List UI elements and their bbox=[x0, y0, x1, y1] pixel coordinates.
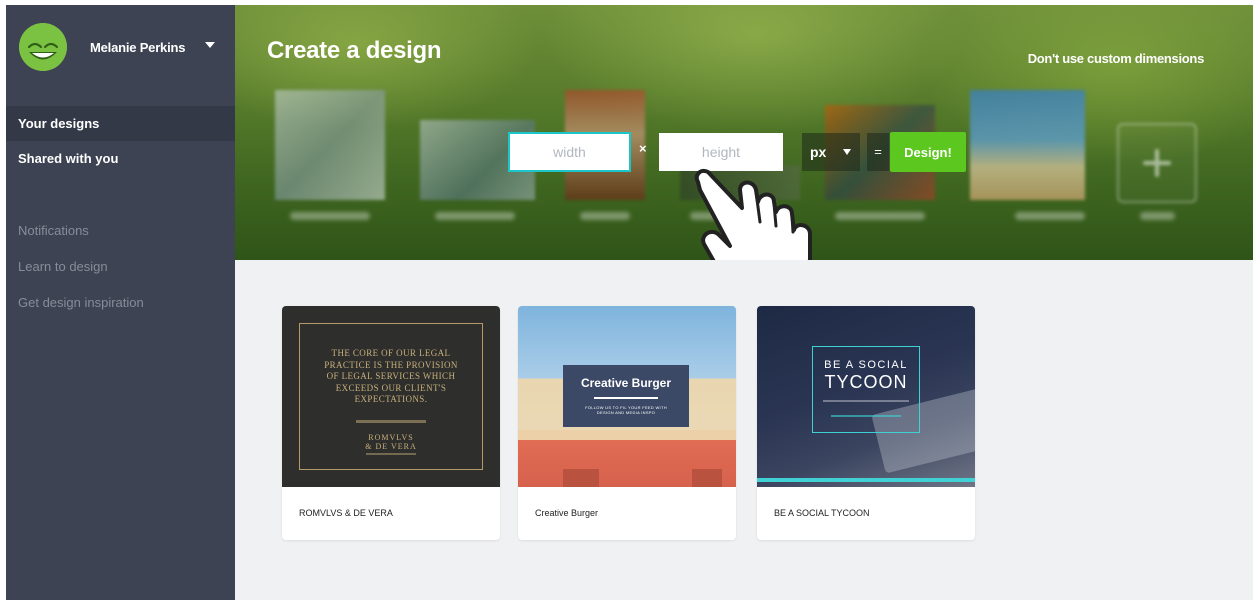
thumbnail-accent-bar bbox=[757, 478, 975, 482]
thumbnail-divider bbox=[831, 415, 901, 417]
thumbnail-text-line: EXPECTATIONS. bbox=[354, 394, 428, 404]
primary-nav: Your designs Shared with you bbox=[6, 106, 245, 176]
design-title: ROMVLVS & DE VERA bbox=[299, 508, 393, 518]
nav-item-learn-to-design[interactable]: Learn to design bbox=[6, 249, 235, 285]
avatar bbox=[19, 23, 67, 71]
template-social-media[interactable] bbox=[275, 90, 385, 200]
design-button[interactable]: Design! bbox=[890, 132, 966, 172]
template-label-placeholder bbox=[835, 212, 925, 220]
thumbnail-text-line: OF LEGAL SERVICES WHICH bbox=[326, 371, 456, 381]
unit-select-value: px bbox=[810, 144, 827, 160]
nav-item-your-designs[interactable]: Your designs bbox=[6, 106, 245, 141]
thumbnail-text: THE CORE OF OUR LEGAL PRACTICE IS THE PR… bbox=[282, 348, 500, 406]
design-card[interactable]: BE A SOCIAL TYCOON BE A SOCIAL TYCOON bbox=[757, 306, 975, 540]
thumbnail-subtext: FOLLOW US TO FIL YOUR FEED WITH DESIGN A… bbox=[563, 405, 689, 415]
thumbnail-brand-line: & DE VERA bbox=[365, 442, 417, 451]
template-label-placeholder bbox=[290, 212, 370, 220]
template-label-placeholder bbox=[1140, 212, 1175, 220]
thumbnail-line2: TYCOON bbox=[824, 372, 908, 392]
smiley-avatar-icon bbox=[19, 23, 67, 71]
design-thumbnail-creative-burger: Creative Burger FOLLOW US TO FIL YOUR FE… bbox=[518, 306, 736, 487]
thumbnail-subtext-line: DESIGN AND MEDIA INSPO bbox=[596, 410, 656, 415]
template-label-placeholder bbox=[580, 212, 630, 220]
thumbnail-text-line: EXCEEDS OUR CLIENT'S bbox=[335, 382, 447, 393]
width-input[interactable] bbox=[508, 132, 631, 172]
thumbnail-divider bbox=[366, 453, 416, 455]
times-symbol: × bbox=[639, 141, 647, 156]
thumbnail-heading: Creative Burger bbox=[580, 376, 672, 390]
plus-icon bbox=[1143, 149, 1171, 177]
thumbnail-text-line: PRACTICE IS THE PROVISION bbox=[324, 359, 458, 370]
template-blog-graphic[interactable] bbox=[970, 90, 1085, 200]
secondary-nav: Notifications Learn to design Get design… bbox=[6, 213, 235, 321]
nav-item-notifications[interactable]: Notifications bbox=[6, 213, 235, 249]
equals-symbol: = bbox=[867, 133, 889, 171]
thumbnail-divider bbox=[823, 400, 909, 402]
thumbnail-frame: BE A SOCIAL TYCOON bbox=[812, 346, 920, 433]
app-root: Melanie Perkins Your designs Shared with… bbox=[0, 0, 1253, 600]
your-designs-grid: THE CORE OF OUR LEGAL PRACTICE IS THE PR… bbox=[235, 260, 1253, 600]
design-title: BE A SOCIAL TYCOON bbox=[774, 508, 870, 518]
thumbnail-brand: ROMVLVS & DE VERA bbox=[282, 433, 500, 451]
template-more[interactable] bbox=[1117, 123, 1197, 203]
design-card[interactable]: Creative Burger FOLLOW US TO FIL YOUR FE… bbox=[518, 306, 736, 540]
thumbnail-wall-stripe bbox=[518, 430, 736, 440]
profile-name: Melanie Perkins bbox=[90, 40, 186, 55]
design-title: Creative Burger bbox=[535, 508, 599, 518]
caret-down-icon[interactable] bbox=[205, 41, 215, 49]
thumbnail-brand-line: ROMVLVS bbox=[368, 433, 414, 442]
thumbnail-divider bbox=[594, 397, 658, 399]
design-card[interactable]: THE CORE OF OUR LEGAL PRACTICE IS THE PR… bbox=[282, 306, 500, 540]
thumbnail-divider bbox=[356, 420, 426, 423]
caret-down-icon bbox=[843, 149, 851, 155]
template-label-placeholder bbox=[435, 212, 515, 220]
nav-item-design-inspiration[interactable]: Get design inspiration bbox=[6, 285, 235, 321]
thumbnail-text-line: THE CORE OF OUR LEGAL bbox=[331, 348, 451, 358]
design-thumbnail-social-tycoon: BE A SOCIAL TYCOON bbox=[757, 306, 975, 487]
thumbnail-window bbox=[692, 469, 722, 487]
dont-use-custom-dimensions-link[interactable]: Don't use custom dimensions bbox=[1028, 51, 1205, 66]
profile-menu[interactable]: Melanie Perkins bbox=[6, 5, 235, 89]
template-label-placeholder bbox=[1015, 212, 1085, 220]
thumbnail-line1: BE A SOCIAL bbox=[824, 359, 908, 371]
thumbnail-window bbox=[563, 469, 599, 487]
page-title: Create a design bbox=[267, 37, 442, 64]
nav-item-shared-with-you[interactable]: Shared with you bbox=[6, 141, 235, 176]
sidebar: Melanie Perkins Your designs Shared with… bbox=[6, 5, 245, 600]
thumbnail-sign: Creative Burger FOLLOW US TO FIL YOUR FE… bbox=[563, 365, 689, 427]
design-thumbnail-romvlvs: THE CORE OF OUR LEGAL PRACTICE IS THE PR… bbox=[282, 306, 500, 487]
